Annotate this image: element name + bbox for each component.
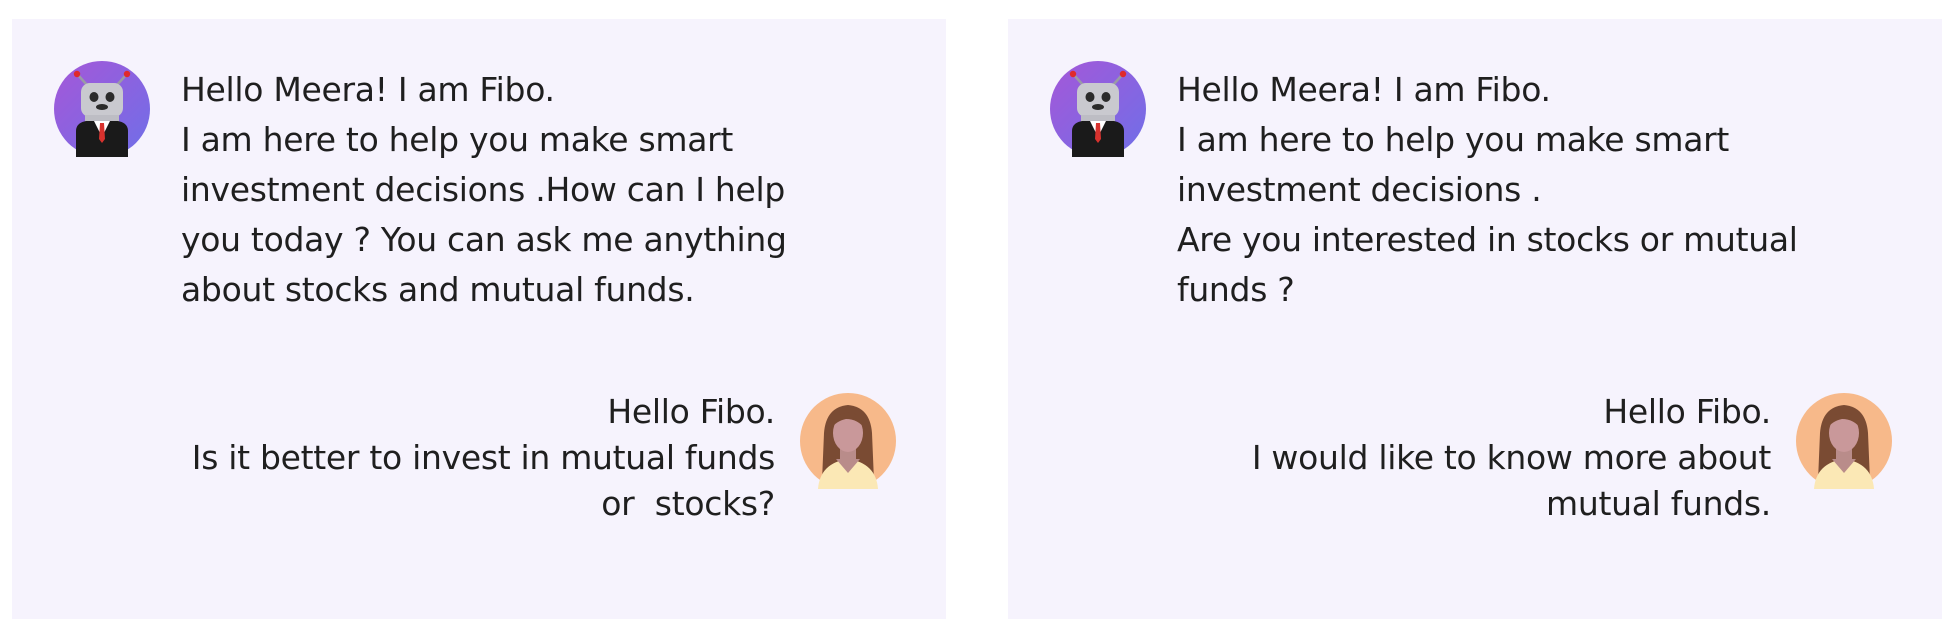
robot-avatar-icon <box>1050 61 1146 157</box>
user-message: Hello Fibo. I would like to know more ab… <box>1131 389 1771 527</box>
user-message: Hello Fibo. Is it better to invest in mu… <box>135 389 776 527</box>
bot-message-line: investment decisions . <box>1177 170 1542 209</box>
bot-message-line: you today ? You can ask me anything <box>181 220 787 259</box>
chat-panel-right: Hello Meera! I am Fibo. I am here to hel… <box>1008 19 1942 619</box>
robot-avatar-icon <box>54 61 150 157</box>
bot-message-line: about stocks and mutual funds. <box>181 270 695 309</box>
bot-message-line: funds ? <box>1177 270 1295 309</box>
user-message-line: Hello Fibo. <box>1603 392 1771 431</box>
user-message-line: Is it better to invest in mutual funds <box>191 438 776 477</box>
woman-avatar-icon <box>1796 393 1892 489</box>
bot-message-line: Hello Meera! I am Fibo. <box>1177 70 1551 109</box>
woman-avatar-icon <box>800 393 896 489</box>
bot-message: Hello Meera! I am Fibo. I am here to hel… <box>1177 65 1817 315</box>
user-message-line: or stocks? <box>601 484 775 523</box>
user-message-line: mutual funds. <box>1546 484 1771 523</box>
chat-panel-left: Hello Meera! I am Fibo. I am here to hel… <box>12 19 946 619</box>
user-message-line: I would like to know more about <box>1251 438 1771 477</box>
bot-message: Hello Meera! I am Fibo. I am here to hel… <box>181 65 821 315</box>
bot-message-line: Are you interested in stocks or mutual <box>1177 220 1798 259</box>
user-message-line: Hello Fibo. <box>607 392 775 431</box>
bot-message-line: investment decisions .How can I help <box>181 170 786 209</box>
bot-message-line: I am here to help you make smart <box>1177 120 1730 159</box>
bot-message-line: Hello Meera! I am Fibo. <box>181 70 555 109</box>
bot-message-line: I am here to help you make smart <box>181 120 734 159</box>
